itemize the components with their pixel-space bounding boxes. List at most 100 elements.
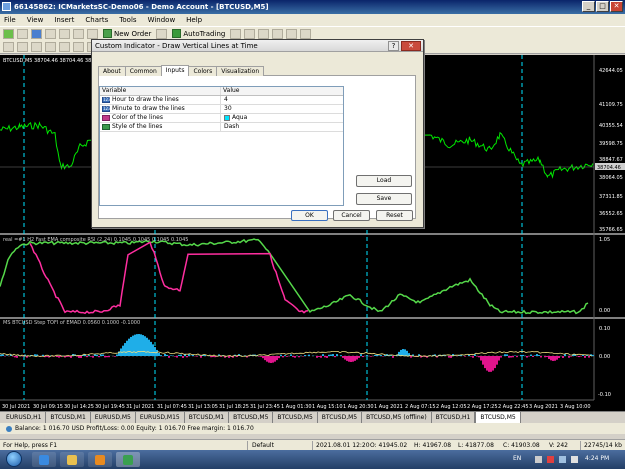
cancel-button[interactable]: Cancel [333, 210, 370, 221]
dialog-help-button[interactable]: ? [388, 41, 399, 51]
reset-button[interactable]: Reset [376, 210, 413, 221]
tofi-bar [76, 356, 78, 357]
chart-tab[interactable]: EURUSD,M15 [136, 412, 185, 423]
chart-tab[interactable]: BTCUSD,M1 [46, 412, 91, 423]
tray-volume-icon[interactable] [571, 456, 578, 463]
tofi-bar [328, 354, 330, 356]
start-button[interactable] [6, 451, 22, 467]
table-row[interactable]: Style of the lines Dash [100, 123, 343, 132]
terminal-icon[interactable] [73, 28, 84, 39]
menu-file[interactable]: File [4, 16, 16, 24]
status-traffic: 22745/14 kb [584, 442, 622, 449]
time-tick: 31 Jul 23:45 [250, 404, 280, 410]
menu-charts[interactable]: Charts [85, 16, 108, 24]
horizontal-line-icon[interactable] [45, 41, 56, 52]
crosshair-icon[interactable] [17, 41, 28, 52]
close-button[interactable]: ✕ [610, 1, 623, 12]
chart-tab[interactable]: BTCUSD,M5 [475, 411, 521, 423]
table-row[interactable]: 123 Hour to draw the lines 4 [100, 96, 343, 105]
style-value[interactable]: Dash [221, 123, 341, 131]
tray-language[interactable]: EN [513, 455, 521, 462]
tofi-bar [158, 352, 160, 356]
data-window-icon[interactable] [45, 28, 56, 39]
new-order-button[interactable]: New Order [101, 28, 153, 39]
dialog-titlebar[interactable]: Custom Indicator - Draw Vertical Lines a… [92, 40, 423, 52]
market-watch-icon[interactable] [31, 28, 42, 39]
chart-tab[interactable]: BTCUSD,M5 [318, 412, 363, 423]
tofi-bar [504, 354, 506, 356]
tofi-bar [326, 356, 328, 358]
ok-button[interactable]: OK [291, 210, 328, 221]
header-value[interactable]: Value [221, 87, 341, 95]
tofi-bar [592, 354, 594, 356]
dialog-close-button[interactable]: ✕ [401, 41, 421, 51]
grid-header: Variable Value [100, 87, 343, 96]
tofi-bar [332, 354, 334, 356]
vertical-line-icon[interactable] [31, 41, 42, 52]
table-row[interactable]: Color of the lines Aqua [100, 114, 343, 123]
line-chart-icon[interactable] [258, 28, 270, 39]
taskbar-mt4[interactable] [116, 452, 140, 467]
tofi-bar [176, 356, 178, 358]
tab-colors[interactable]: Colors [188, 66, 218, 76]
minute-value[interactable]: 30 [221, 105, 341, 113]
menu-insert[interactable]: Insert [54, 16, 74, 24]
chart-tab[interactable]: BTCUSD,M5 (offline) [362, 412, 432, 423]
tab-about[interactable]: About [98, 66, 126, 76]
header-variable[interactable]: Variable [100, 87, 221, 95]
tofi-bar [550, 356, 552, 361]
menu-window[interactable]: Window [148, 16, 176, 24]
new-chart-icon[interactable] [3, 28, 14, 39]
zoom-in-icon[interactable] [272, 28, 284, 39]
channel-icon[interactable] [73, 41, 84, 52]
status-datetime: 2021.08.01 12:20 [316, 442, 370, 449]
tab-visualization[interactable]: Visualization [216, 66, 265, 76]
maximize-button[interactable]: □ [596, 1, 609, 12]
autotrading-button[interactable]: AutoTrading [170, 28, 227, 39]
save-button[interactable]: Save [356, 193, 412, 205]
tile-windows-icon[interactable] [300, 28, 312, 39]
profiles-icon[interactable] [17, 28, 28, 39]
metaeditor-icon[interactable] [156, 28, 168, 39]
tofi-bar [380, 355, 382, 356]
tofi-bar [538, 355, 540, 356]
load-button[interactable]: Load [356, 175, 412, 187]
balance-icon [6, 425, 12, 432]
menu-tools[interactable]: Tools [119, 16, 136, 24]
tray-network-icon[interactable] [559, 456, 566, 463]
hour-value[interactable]: 4 [221, 96, 341, 104]
tab-inputs[interactable]: Inputs [160, 65, 190, 76]
menu-help[interactable]: Help [186, 16, 202, 24]
tray-flag-icon[interactable] [547, 456, 554, 463]
tofi-bar [14, 356, 16, 358]
tofi-bar [316, 356, 318, 358]
bar-chart-icon[interactable] [230, 28, 242, 39]
zoom-out-icon[interactable] [286, 28, 298, 39]
tray-arrow-icon[interactable] [535, 456, 542, 463]
table-row[interactable]: 123 Minute to draw the lines 30 [100, 105, 343, 114]
color-value[interactable]: Aqua [221, 114, 341, 122]
chart-tab[interactable]: BTCUSD,M1 [185, 412, 230, 423]
chart-tab[interactable]: EURUSD,M5 [91, 412, 136, 423]
taskbar-ie[interactable] [32, 452, 56, 467]
chart-tab[interactable]: BTCUSD,H1 [432, 412, 476, 423]
tester-icon[interactable] [87, 28, 98, 39]
pane-separator-1[interactable] [0, 233, 625, 235]
time-tick: 1 Aug 20:30 [343, 404, 374, 410]
tray-clock[interactable]: 4:24 PM [585, 455, 609, 462]
navigator-icon[interactable] [59, 28, 70, 39]
cursor-icon[interactable] [3, 41, 14, 52]
trendline-icon[interactable] [59, 41, 70, 52]
minimize-button[interactable]: _ [582, 1, 595, 12]
tofi-bar [348, 356, 350, 362]
taskbar-media[interactable] [88, 452, 112, 467]
taskbar-explorer[interactable] [60, 452, 84, 467]
tofi-bar [6, 355, 8, 356]
pane-separator-2[interactable] [0, 317, 625, 319]
candle-chart-icon[interactable] [244, 28, 256, 39]
chart-tab[interactable]: BTCUSD,M5 [229, 412, 274, 423]
menu-view[interactable]: View [27, 16, 44, 24]
chart-tab[interactable]: BTCUSD,M5 [273, 412, 318, 423]
chart-tab[interactable]: EURUSD,H1 [2, 412, 47, 423]
tab-common[interactable]: Common [124, 66, 162, 76]
